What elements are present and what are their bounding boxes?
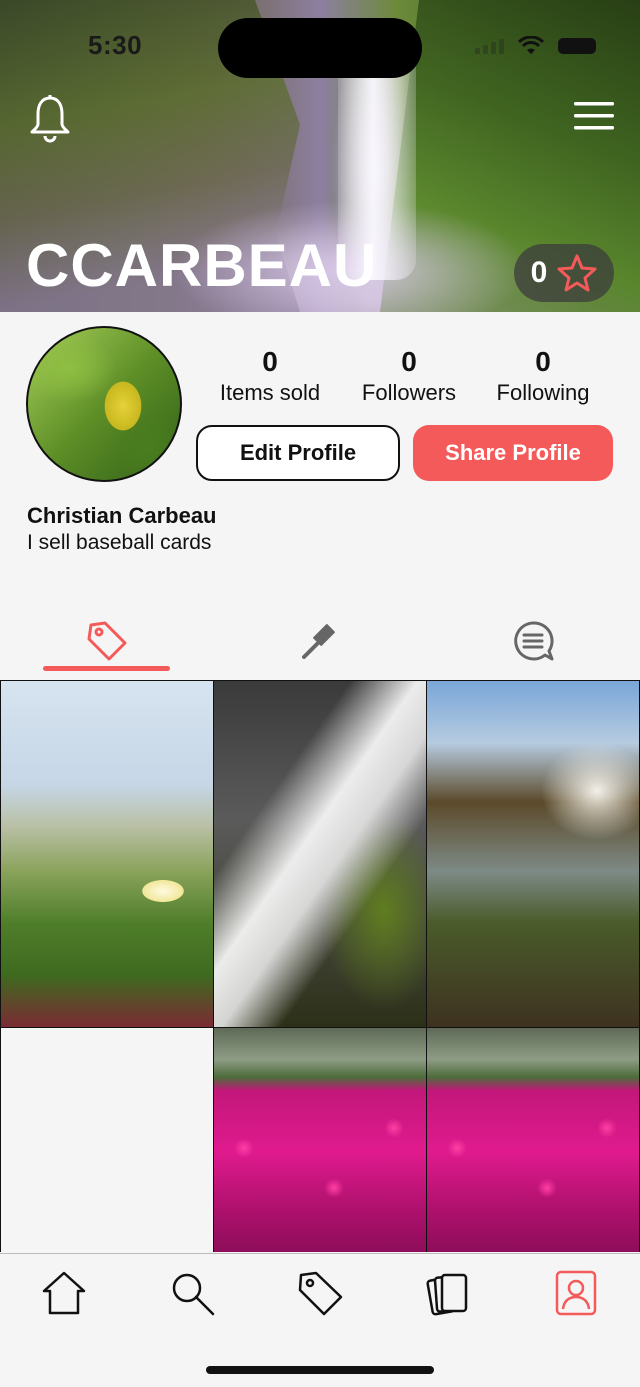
listings-grid — [0, 680, 640, 1252]
auction-gavel-icon — [302, 624, 335, 659]
stat-following-value: 0 — [535, 346, 551, 377]
edit-profile-button[interactable]: Edit Profile — [196, 425, 400, 481]
profile-icon — [555, 1270, 597, 1316]
price-tag-icon — [87, 621, 127, 661]
grid-item-empty — [1, 1028, 213, 1252]
tab-auctions[interactable] — [295, 616, 345, 666]
status-indicators — [475, 36, 596, 56]
price-tag-icon — [298, 1271, 343, 1316]
nav-sell[interactable] — [294, 1267, 346, 1319]
active-tab-indicator — [43, 666, 170, 671]
profile-bio: I sell baseball cards — [27, 531, 212, 554]
stat-following[interactable]: 0 Following — [484, 346, 602, 406]
stat-items-sold-label: Items sold — [219, 380, 321, 405]
hamburger-menu-icon[interactable] — [574, 100, 614, 132]
profile-full-name: Christian Carbeau — [27, 503, 217, 528]
home-icon — [42, 1271, 86, 1315]
nav-search[interactable] — [166, 1267, 218, 1319]
avatar[interactable] — [26, 326, 182, 482]
stat-followers-value: 0 — [401, 346, 417, 377]
chat-bubble-icon — [514, 621, 554, 661]
grid-item[interactable] — [1, 681, 213, 1027]
tab-messages[interactable] — [508, 616, 558, 666]
profile-username: CCARBEAU — [26, 232, 378, 299]
cards-icon — [426, 1273, 468, 1316]
nav-home[interactable] — [38, 1267, 90, 1319]
rating-badge[interactable]: 0 — [514, 244, 614, 302]
grid-item[interactable] — [214, 681, 426, 1027]
cellular-signal-icon — [475, 38, 504, 54]
nav-collection[interactable] — [422, 1267, 474, 1319]
share-profile-button[interactable]: Share Profile — [413, 425, 613, 481]
battery-icon — [558, 38, 596, 54]
grid-item[interactable] — [214, 1028, 426, 1252]
grid-item[interactable] — [427, 1028, 639, 1252]
stat-following-label: Following — [496, 380, 590, 405]
notifications-bell-icon[interactable] — [28, 94, 72, 144]
rating-value: 0 — [530, 256, 548, 289]
wifi-icon — [518, 36, 544, 54]
grid-item[interactable] — [427, 681, 639, 1027]
tab-listings[interactable] — [82, 616, 132, 666]
stat-items-sold: 0 Items sold — [210, 346, 330, 406]
nav-profile[interactable] — [550, 1267, 602, 1319]
stat-followers-label: Followers — [361, 380, 457, 405]
dynamic-island — [218, 18, 422, 78]
stat-followers[interactable]: 0 Followers — [350, 346, 468, 406]
star-icon — [557, 254, 597, 292]
stat-items-sold-value: 0 — [262, 346, 278, 377]
search-icon — [172, 1273, 215, 1316]
home-indicator — [206, 1366, 434, 1374]
status-time: 5:30 — [88, 30, 143, 60]
